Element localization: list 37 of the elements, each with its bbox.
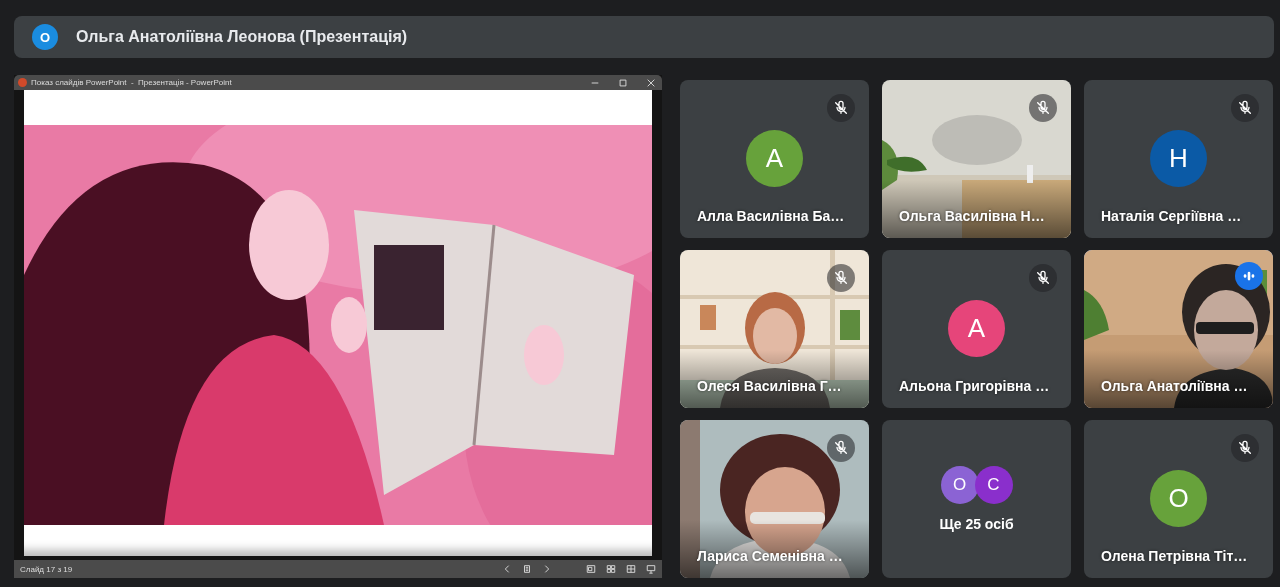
slide-counter: Слайд 17 з 19 [20, 564, 74, 574]
powerpoint-logo-icon [18, 78, 27, 87]
avatar-initial: Н [1150, 130, 1207, 187]
participant-name: Лариса Семенівна … [697, 548, 843, 564]
maximize-icon[interactable] [618, 77, 628, 88]
presenter-avatar: О [32, 24, 58, 50]
window-title: Показ слайдів PowerPoint - Презентація - PowerPoint [31, 78, 233, 87]
close-icon[interactable] [646, 77, 656, 88]
chevron-right-icon[interactable] [542, 564, 552, 574]
mic-off-icon [1035, 100, 1051, 116]
chevron-left-icon[interactable] [502, 564, 512, 574]
participant-name: Ольга Василівна Н… [899, 208, 1045, 224]
mic-off-icon [833, 270, 849, 286]
reading-view-icon[interactable] [626, 564, 636, 574]
speaking-icon [1242, 269, 1256, 283]
normal-view-icon[interactable] [586, 564, 596, 574]
mic-off-icon [1237, 100, 1253, 116]
avatar-initial: О [1150, 470, 1207, 527]
avatar-initial: А [948, 300, 1005, 357]
grid-icon[interactable] [606, 564, 616, 574]
avatar-initial: С [974, 466, 1013, 504]
participant-name: Наталія Сергіївна … [1101, 208, 1242, 224]
mic-off-icon [833, 440, 849, 456]
presentation-title: Ольга Анатоліївна Леонова (Презентація) [76, 28, 408, 46]
participant-name: Олеся Василівна Г… [697, 378, 842, 394]
more-participants-label: Ще 25 осіб [939, 516, 1014, 532]
participant-name: Ольга Анатоліївна … [1101, 378, 1248, 394]
avatar-initial: О [940, 466, 979, 504]
mic-off-icon [833, 100, 849, 116]
avatar-initial: А [746, 130, 803, 187]
participant-name: Олена Петрівна Тіт… [1101, 548, 1248, 564]
mic-off-icon [1035, 270, 1051, 286]
participant-name: Альона Григорівна … [899, 378, 1050, 394]
presenter-icon[interactable] [646, 564, 656, 574]
slide-icon[interactable] [522, 564, 532, 574]
mic-off-icon [1237, 440, 1253, 456]
participant-name: Алла Василівна Ба… [697, 208, 845, 224]
